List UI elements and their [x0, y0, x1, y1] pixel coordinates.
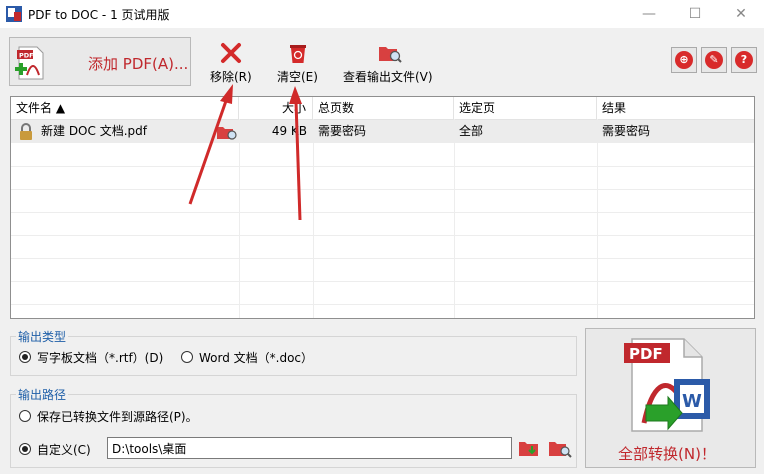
folder-search-icon — [379, 47, 402, 63]
remove-button[interactable]: 移除(R) — [206, 40, 256, 84]
row-selected: 全部 — [459, 124, 484, 138]
globe-icon: ⊕ — [675, 51, 693, 69]
browse-folder-icon[interactable] — [518, 438, 540, 458]
clear-button[interactable]: 清空(E) — [273, 40, 323, 84]
radio-doc-label[interactable]: Word 文档（*.doc） — [199, 349, 313, 366]
open-output-folder-icon[interactable] — [548, 438, 572, 458]
column-header-selected[interactable]: 选定页 — [454, 97, 597, 119]
row-pages: 需要密码 — [318, 124, 367, 138]
column-header-pages[interactable]: 总页数 — [313, 97, 454, 119]
help-icon: ? — [735, 51, 753, 69]
close-button[interactable]: ✕ — [718, 0, 764, 28]
remove-x-icon — [221, 43, 241, 63]
radio-source-path[interactable] — [19, 410, 31, 422]
svg-text:PDF: PDF — [629, 345, 663, 363]
add-pdf-button[interactable]: PDF 添加 PDF(A)... — [9, 37, 191, 86]
svg-text:W: W — [682, 391, 702, 412]
maximize-button[interactable]: ☐ — [672, 0, 718, 28]
add-pdf-icon: PDF — [15, 46, 44, 80]
globe-button[interactable]: ⊕ — [671, 47, 697, 73]
file-list-header: 文件名 ▲ 大小 总页数 选定页 结果 — [11, 97, 754, 120]
app-icon — [6, 6, 22, 22]
trash-icon — [290, 45, 306, 63]
view-output-label: 查看输出文件(V) — [343, 70, 433, 84]
clear-label: 清空(E) — [277, 70, 318, 84]
pdf-to-word-icon: PDF W — [624, 338, 710, 432]
row-result: 需要密码 — [602, 124, 651, 138]
remove-label: 移除(R) — [210, 70, 252, 84]
key-icon: ✎ — [705, 51, 723, 69]
radio-source-path-label[interactable]: 保存已转换文件到源路径(P)。 — [37, 408, 198, 425]
minimize-button[interactable]: — — [626, 0, 672, 28]
svg-text:PDF: PDF — [19, 52, 34, 60]
open-folder-icon[interactable] — [216, 123, 238, 141]
radio-doc[interactable] — [181, 351, 193, 363]
window-title: PDF to DOC - 1 页试用版 — [28, 8, 170, 22]
help-button[interactable]: ? — [731, 47, 757, 73]
key-button[interactable]: ✎ — [701, 47, 727, 73]
column-header-size[interactable]: 大小 — [239, 97, 313, 119]
table-row[interactable]: 新建 DOC 文档.pdf 49 KB 需要密码 全部 需要密码 — [11, 120, 754, 143]
output-type-title: 输出类型 — [16, 328, 69, 345]
row-filename: 新建 DOC 文档.pdf — [41, 124, 147, 138]
convert-all-button[interactable]: PDF W 全部转换(N)！ — [585, 328, 756, 468]
column-header-filename[interactable]: 文件名 ▲ — [11, 97, 239, 119]
radio-rtf[interactable] — [19, 351, 31, 363]
add-pdf-label: 添加 PDF(A)... — [88, 55, 189, 73]
column-header-result[interactable]: 结果 — [597, 97, 754, 119]
output-path-title: 输出路径 — [16, 386, 69, 403]
radio-rtf-label[interactable]: 写字板文档（*.rtf）(D) — [37, 349, 163, 366]
title-bar: PDF to DOC - 1 页试用版 — ☐ ✕ — [0, 0, 764, 28]
radio-custom-path[interactable] — [19, 443, 31, 455]
radio-custom-path-label[interactable]: 自定义(C) — [37, 441, 91, 458]
view-output-button[interactable]: 查看输出文件(V) — [340, 40, 440, 84]
lock-icon — [20, 123, 32, 140]
output-path-input[interactable] — [107, 437, 512, 459]
file-list[interactable]: 文件名 ▲ 大小 总页数 选定页 结果 新建 DOC 文档.pdf 49 KB … — [10, 96, 755, 319]
row-size: 49 KB — [271, 124, 307, 138]
convert-all-label: 全部转换(N)！ — [618, 445, 716, 463]
